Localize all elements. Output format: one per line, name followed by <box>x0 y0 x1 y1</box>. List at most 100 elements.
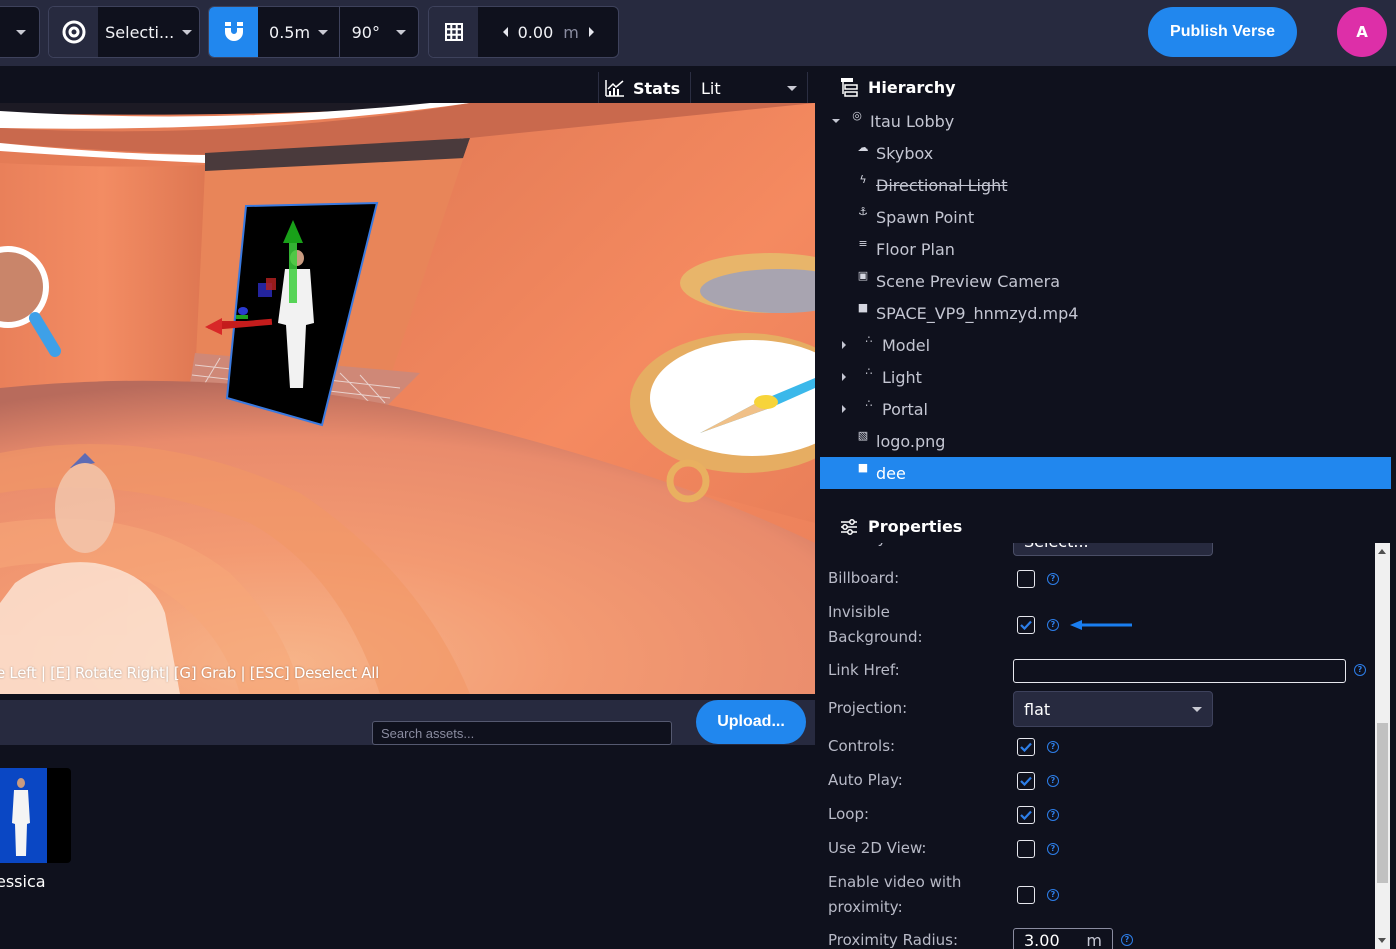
use-2d-view-checkbox[interactable] <box>1017 840 1035 858</box>
decrement-icon[interactable] <box>502 27 508 37</box>
destroy-on-finish-select[interactable]: Select... <box>1013 543 1213 556</box>
help-icon[interactable]: ? <box>1047 843 1059 855</box>
hierarchy-item[interactable]: ▣ Scene Preview Camera <box>820 265 1391 297</box>
link-href-input[interactable] <box>1013 659 1346 683</box>
destroy-on-finish-label: Destroy on finish: <box>828 543 960 547</box>
hierarchy-item[interactable]: ≡ Floor Plan <box>820 233 1391 265</box>
grid-unit: m <box>563 22 579 42</box>
scrollbar-thumb[interactable] <box>1377 723 1388 883</box>
grid-toggle-button[interactable] <box>429 7 479 57</box>
hierarchy-item[interactable]: ☁ Skybox <box>820 137 1391 169</box>
hierarchy-title: Hierarchy <box>868 77 956 97</box>
render-mode-select[interactable]: Lit <box>690 72 808 104</box>
expand-right-icon[interactable] <box>840 405 848 413</box>
video-icon: ■ <box>857 301 869 314</box>
stats-button[interactable]: Stats <box>598 72 690 104</box>
help-icon[interactable]: ? <box>1121 934 1133 946</box>
snap-rotate-select[interactable]: 90° <box>338 7 418 57</box>
proximity-radius-unit: m <box>1086 930 1102 949</box>
scene-viewport[interactable]: e Left | [E] Rotate Right| [G] Grab | [E… <box>0 103 815 694</box>
snap-translate-select[interactable]: 0.5m <box>258 7 338 57</box>
help-icon[interactable]: ? <box>1047 741 1059 753</box>
upload-button[interactable]: Upload... <box>696 700 806 744</box>
publish-button[interactable]: Publish Verse <box>1148 7 1297 57</box>
proximity-radius-input[interactable]: 3.00 m <box>1013 928 1113 949</box>
enable-proximity-label-line2: proximity: <box>828 898 903 916</box>
loop-checkbox[interactable] <box>1017 806 1035 824</box>
transform-target-button[interactable] <box>49 7 99 57</box>
asset-thumbnail[interactable] <box>0 768 71 863</box>
hierarchy-item-label: Itau Lobby <box>870 111 955 131</box>
proximity-radius-value: 3.00 <box>1024 930 1060 949</box>
billboard-checkbox[interactable] <box>1017 570 1035 588</box>
grid-group: 0.00 m <box>428 6 619 58</box>
help-icon[interactable]: ? <box>1047 809 1059 821</box>
chevron-down-icon <box>1192 706 1202 712</box>
help-icon[interactable]: ? <box>1047 573 1059 585</box>
invisible-background-label-line2: Background: <box>828 628 923 646</box>
keyboard-shortcut-hint: e Left | [E] Rotate Right| [G] Grab | [E… <box>0 664 380 682</box>
render-mode-value: Lit <box>701 78 721 98</box>
expand-right-icon[interactable] <box>840 373 848 381</box>
image-icon: ▧ <box>857 429 869 442</box>
help-icon[interactable]: ? <box>1047 619 1059 631</box>
help-icon[interactable]: ? <box>1047 775 1059 787</box>
asset-label: essica <box>0 872 46 891</box>
transform-mode-group: Selecti... <box>48 6 200 58</box>
hierarchy-item-label: dee <box>876 463 906 483</box>
hierarchy-item[interactable]: ⚓ Spawn Point <box>820 201 1391 233</box>
projection-label: Projection: <box>828 699 908 717</box>
enable-proximity-checkbox[interactable] <box>1017 886 1035 904</box>
floor-plan-icon: ≡ <box>858 237 868 250</box>
checkmark-icon <box>1020 776 1032 786</box>
checkmark-icon <box>1020 742 1032 752</box>
help-icon[interactable]: ? <box>1354 664 1366 676</box>
hierarchy-item[interactable]: ▧ logo.png <box>820 425 1391 457</box>
transform-mode-value: Selecti... <box>105 22 175 42</box>
increment-icon[interactable] <box>588 27 594 37</box>
snap-toggle-button[interactable] <box>209 7 259 57</box>
hierarchy-item[interactable]: ∴ Portal <box>820 393 1391 425</box>
scroll-up-arrow-icon[interactable] <box>1378 549 1386 554</box>
hierarchy-item-label: Portal <box>882 399 928 419</box>
checkmark-icon <box>1020 620 1032 630</box>
chevron-down-icon <box>16 29 26 35</box>
link-href-label: Link Href: <box>828 661 900 679</box>
partial-dropdown[interactable] <box>0 7 39 57</box>
projection-select[interactable]: flat <box>1013 691 1213 727</box>
hierarchy-item-label: SPACE_VP9_hnmzyd.mp4 <box>876 303 1079 323</box>
checkmark-icon <box>1020 810 1032 820</box>
properties-scrollbar[interactable] <box>1375 543 1390 949</box>
enable-proximity-label-line1: Enable video with <box>828 873 962 891</box>
hierarchy-item-label: Light <box>882 367 922 387</box>
user-avatar[interactable]: A <box>1337 7 1387 57</box>
hierarchy-item[interactable]: ■ SPACE_VP9_hnmzyd.mp4 <box>820 297 1391 329</box>
grid-height-value: 0.00 <box>517 22 554 42</box>
cubes-icon: ∴ <box>865 333 873 346</box>
hierarchy-item-label: Skybox <box>876 143 934 163</box>
asset-search-input[interactable] <box>372 721 672 745</box>
transform-mode-select[interactable]: Selecti... <box>98 7 199 57</box>
camera-icon: ▣ <box>857 269 869 282</box>
auto-play-label: Auto Play: <box>828 771 903 789</box>
auto-play-checkbox[interactable] <box>1017 772 1035 790</box>
chevron-down-icon <box>318 29 329 35</box>
toolbar-group-partial <box>0 6 40 58</box>
hierarchy-item[interactable]: ∴ Model <box>820 329 1391 361</box>
invisible-background-checkbox[interactable] <box>1017 616 1035 634</box>
hierarchy-item[interactable]: ■ dee <box>820 457 1391 489</box>
expand-right-icon[interactable] <box>840 341 848 349</box>
target-icon <box>62 20 86 44</box>
hierarchy-item[interactable]: ϟ Directional Light <box>820 169 1391 201</box>
hierarchy-item[interactable]: ∴ Light <box>820 361 1391 393</box>
scroll-down-arrow-icon[interactable] <box>1378 938 1386 943</box>
expand-down-icon[interactable] <box>832 119 840 123</box>
scene-render <box>0 103 815 694</box>
help-icon[interactable]: ? <box>1047 889 1059 901</box>
billboard-label: Billboard: <box>828 569 900 587</box>
hierarchy-item[interactable]: ◎ Itau Lobby <box>820 105 1391 137</box>
controls-checkbox[interactable] <box>1017 738 1035 756</box>
grid-height-stepper[interactable]: 0.00 m <box>478 7 618 57</box>
globe-icon: ◎ <box>852 109 862 122</box>
destroy-on-finish-value: Select... <box>1024 543 1089 551</box>
